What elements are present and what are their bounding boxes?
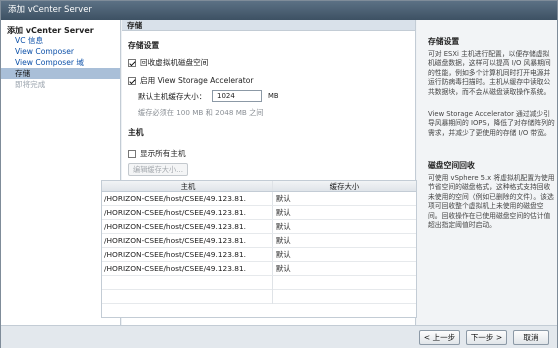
sidebar-item-ready-to-complete: 即将完成 (15, 80, 46, 89)
help-panel: 存储设置 可对 ESXi 主机进行配置，以便存储虚拟机磁盘数据，这样可以提高 I… (417, 20, 557, 325)
accelerator-label: 启用 View Storage Accelerator (140, 76, 254, 85)
table-row[interactable]: /HORIZON-CSEE/host/CSEE/49.123.81. 默认 (102, 192, 416, 206)
next-button[interactable]: 下一步 > (466, 330, 507, 345)
sidebar-header: 添加 vCenter Server (7, 26, 94, 35)
table-row[interactable]: /HORIZON-CSEE/host/CSEE/49.123.81. 默认 (102, 248, 416, 262)
sidebar-item-storage[interactable]: 存储 (1, 68, 120, 79)
column-header-cache-size[interactable]: 缓存大小 (273, 181, 416, 191)
table-row[interactable]: /HORIZON-CSEE/host/CSEE/49.123.81. 默认 (102, 234, 416, 248)
host-cell: /HORIZON-CSEE/host/CSEE/49.123.81. (102, 262, 273, 275)
wizard-footer: < 上一步 下一步 > 取消 (1, 325, 557, 348)
storage-settings-heading: 存储设置 (128, 41, 160, 50)
dialog-window: 添加 vCenter Server 添加 vCenter Server VC 信… (0, 0, 558, 348)
reclaim-space-label: 回收虚拟机磁盘空间 (140, 58, 209, 67)
column-header-host[interactable]: 主机 (102, 181, 273, 191)
help-text-accelerator: View Storage Accelerator 通过减少引导风暴期间的 IOP… (428, 110, 555, 137)
cache-size-input[interactable]: 1024 (212, 90, 262, 102)
table-row-empty (102, 290, 416, 304)
reclaim-space-checkbox[interactable] (128, 58, 136, 67)
table-row[interactable]: /HORIZON-CSEE/host/CSEE/49.123.81. 默认 (102, 206, 416, 220)
empty-cell (102, 276, 273, 290)
cache-cell: 默认 (275, 250, 291, 259)
sidebar-item-view-composer-domain[interactable]: View Composer 域 (1, 57, 120, 68)
cache-cell: 默认 (275, 194, 291, 203)
table-row[interactable]: /HORIZON-CSEE/host/CSEE/49.123.81. 默认 (102, 262, 416, 276)
hosts-heading: 主机 (128, 128, 144, 137)
empty-cell (102, 290, 273, 304)
back-button[interactable]: < 上一步 (419, 330, 460, 345)
empty-cell (273, 290, 416, 303)
host-cell: /HORIZON-CSEE/host/CSEE/49.123.81. (102, 192, 273, 205)
panel-title: 存储 (122, 20, 415, 31)
cache-cell: 默认 (275, 222, 291, 231)
window-title: 添加 vCenter Server (1, 1, 557, 20)
hosts-table: 主机 缓存大小 /HORIZON-CSEE/host/CSEE/49.123.8… (101, 180, 417, 318)
show-all-hosts-option[interactable]: 显示所有主机 (128, 148, 186, 159)
cache-cell: 默认 (275, 208, 291, 217)
accelerator-option[interactable]: 启用 View Storage Accelerator (128, 75, 254, 86)
help-heading-storage: 存储设置 (428, 37, 460, 46)
help-text-storage: 可对 ESXi 主机进行配置，以便存储虚拟机磁盘数据，这样可以提高 I/O 风暴… (428, 50, 551, 96)
help-heading-reclaim: 磁盘空间回收 (428, 161, 475, 170)
cache-size-label: 默认主机缓存大小： (138, 92, 207, 101)
reclaim-space-option[interactable]: 回收虚拟机磁盘空间 (128, 57, 208, 68)
sidebar-item-vc-info[interactable]: VC 信息 (1, 35, 120, 46)
cancel-button[interactable]: 取消 (513, 330, 549, 345)
cache-cell: 默认 (275, 236, 291, 245)
accelerator-checkbox[interactable] (128, 76, 136, 85)
edit-cache-size-button[interactable]: 编辑缓存大小... (128, 163, 188, 176)
help-text-reclaim: 可使用 vSphere 5.x 将虚拟机配置为使用节省空间的磁盘格式，这种格式支… (428, 174, 555, 230)
cache-cell: 默认 (275, 264, 291, 273)
sidebar-item-view-composer[interactable]: View Composer (1, 46, 120, 57)
show-all-hosts-checkbox[interactable] (128, 149, 136, 158)
table-header: 主机 缓存大小 (102, 181, 416, 192)
host-cell: /HORIZON-CSEE/host/CSEE/49.123.81. (102, 234, 273, 247)
show-all-hosts-label: 显示所有主机 (140, 149, 186, 158)
cache-size-hint: 缓存必须在 100 MB 和 2048 MB 之间 (138, 108, 264, 117)
table-row-empty (102, 276, 416, 290)
host-cell: /HORIZON-CSEE/host/CSEE/49.123.81. (102, 220, 273, 233)
table-row[interactable]: /HORIZON-CSEE/host/CSEE/49.123.81. 默认 (102, 220, 416, 234)
host-cell: /HORIZON-CSEE/host/CSEE/49.123.81. (102, 248, 273, 261)
cache-size-unit: MB (268, 92, 279, 100)
host-cell: /HORIZON-CSEE/host/CSEE/49.123.81. (102, 206, 273, 219)
empty-cell (273, 276, 416, 289)
